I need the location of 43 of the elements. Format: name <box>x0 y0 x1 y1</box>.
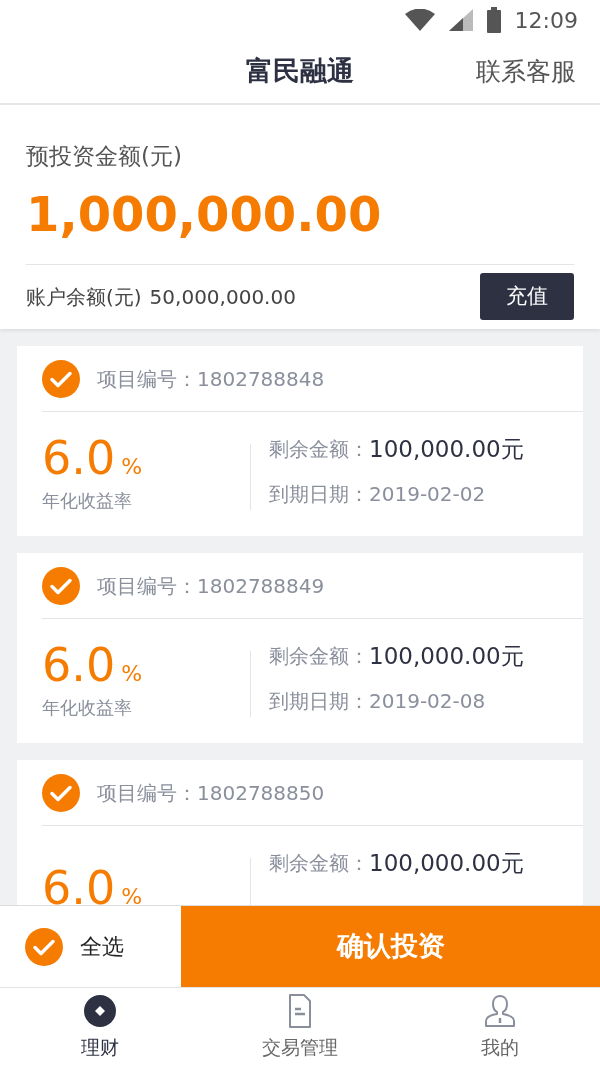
pre-invest-amount: 1,000,000.00 <box>26 189 383 238</box>
project-number: 项目编号：1802788850 <box>97 779 325 807</box>
clock: 12:09 <box>514 6 578 35</box>
remaining-label: 剩余金额： <box>269 643 369 671</box>
project-number: 项目编号：1802788848 <box>97 365 325 393</box>
project-card[interactable]: 项目编号：1802788850 6.0% 剩余金额：100,000.00元 <box>17 760 583 905</box>
remaining-label: 剩余金额： <box>269 436 369 464</box>
wifi-icon <box>404 9 435 31</box>
percent-sign: % <box>121 886 143 905</box>
percent-sign: % <box>121 455 143 478</box>
due-date: 2019-02-08 <box>369 687 486 715</box>
rate-label: 年化收益率 <box>42 695 133 720</box>
signal-icon <box>448 9 473 31</box>
annual-rate: 6.0 <box>42 434 116 481</box>
select-all-label: 全选 <box>80 933 124 961</box>
project-number: 项目编号：1802788849 <box>97 572 325 600</box>
remaining-label: 剩余金额： <box>269 850 369 878</box>
contact-service-link[interactable]: 联系客服 <box>476 52 576 91</box>
project-card[interactable]: 项目编号：1802788849 6.0% 年化收益率 剩余金额：100,000.00元 到期日期：2019-02-08 <box>17 553 583 743</box>
balance-amount: 50,000,000.00 <box>149 283 296 311</box>
remaining-amount: 100,000.00元 <box>369 435 524 464</box>
annual-rate: 6.0 <box>42 865 116 905</box>
annual-rate: 6.0 <box>42 641 116 688</box>
checkbox[interactable] <box>42 773 80 812</box>
recharge-button[interactable]: 充值 <box>480 273 574 321</box>
checkbox[interactable] <box>42 566 80 605</box>
tab[interactable]: 我的 <box>400 988 600 1067</box>
remaining-amount: 100,000.00元 <box>369 849 524 878</box>
checkbox[interactable] <box>25 927 63 966</box>
tab[interactable]: 交易管理 <box>200 988 400 1067</box>
tab[interactable]: 理财 <box>0 988 200 1067</box>
checkbox[interactable] <box>42 359 80 398</box>
battery-icon <box>486 7 501 33</box>
project-card[interactable]: 项目编号：1802788848 6.0% 年化收益率 剩余金额：100,000.00元 到期日期：2019-02-02 <box>17 346 583 536</box>
due-date: 2019-02-02 <box>369 480 486 508</box>
percent-sign: % <box>121 662 143 685</box>
app-title: 富民融通 <box>246 54 354 89</box>
due-date-label: 到期日期： <box>269 687 369 715</box>
balance-label: 账户余额(元) <box>26 283 142 311</box>
rate-label: 年化收益率 <box>42 488 133 513</box>
pre-invest-label: 预投资金额(元) <box>26 142 183 171</box>
remaining-amount: 100,000.00元 <box>369 642 524 671</box>
due-date-label: 到期日期： <box>269 480 369 508</box>
